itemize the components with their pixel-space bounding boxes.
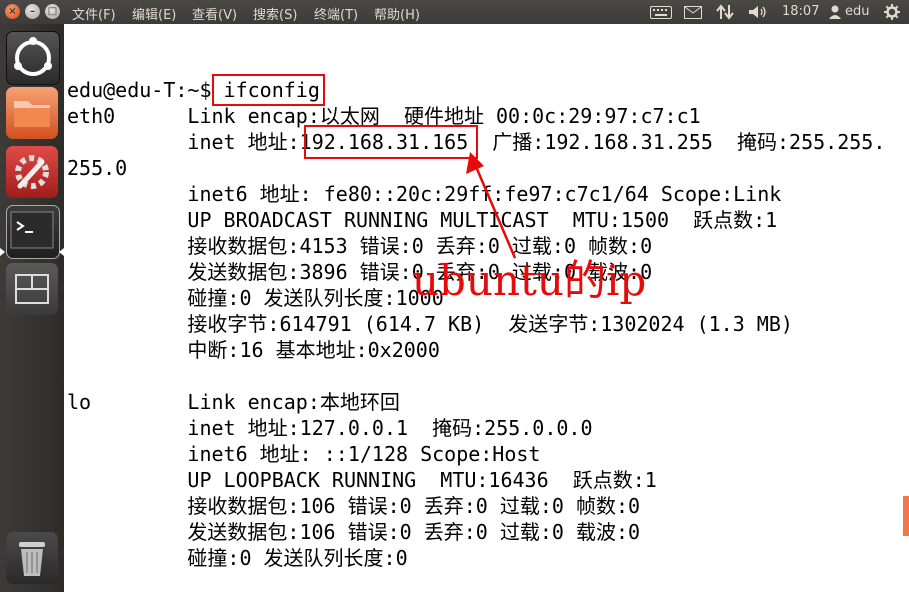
- system-settings-launcher-button[interactable]: [6, 146, 58, 198]
- menu-help[interactable]: 帮助(H): [374, 4, 420, 23]
- settings-tools-icon: [15, 155, 49, 189]
- annotation-label: ubuntu的ip: [412, 256, 647, 305]
- ubuntu-logo-icon: [14, 37, 52, 76]
- terminal-line: inet 地址:127.0.0.1 掩码:255.0.0.0: [67, 416, 593, 440]
- menu-file[interactable]: 文件(F): [72, 4, 116, 23]
- clock[interactable]: 18:07: [782, 4, 819, 19]
- launcher: [0, 24, 64, 592]
- terminal-line: 发送数据包:106 错误:0 丢弃:0 过载:0 载波:0: [67, 520, 641, 544]
- terminal-line: inet6 地址: fe80::20c:29ff:fe97:c7c1/64 Sc…: [67, 182, 782, 206]
- terminal-line: 接收字节:614791 (614.7 KB) 发送字节:1302024 (1.3…: [67, 312, 793, 336]
- menu-edit[interactable]: 编辑(E): [132, 4, 176, 23]
- minimize-window-button[interactable]: –: [25, 4, 40, 19]
- trash-icon: [19, 542, 45, 576]
- dash-home-button[interactable]: [6, 31, 60, 85]
- ip-address-highlight-box: [304, 125, 478, 159]
- user-name[interactable]: edu: [845, 4, 870, 19]
- terminal-launcher-button[interactable]: [6, 205, 60, 259]
- terminal-line: 中断:16 基本地址:0x2000: [67, 338, 440, 362]
- trash-launcher-button[interactable]: [6, 532, 58, 584]
- maximize-window-button[interactable]: □: [45, 4, 60, 19]
- user-icon: [829, 5, 841, 19]
- terminal-line: UP BROADCAST RUNNING MULTICAST MTU:1500 …: [67, 208, 778, 232]
- volume-icon[interactable]: [748, 5, 768, 19]
- annotation-arrow-icon: [466, 152, 517, 259]
- terminal-line: UP LOOPBACK RUNNING MTU:16436 跃点数:1: [67, 468, 657, 492]
- terminal-output[interactable]: edu@edu-T:~$ ifconfig eth0 Link encap:以太…: [64, 24, 909, 592]
- active-indicator-left: [0, 248, 5, 256]
- ifconfig-highlight-box: [212, 74, 325, 106]
- gear-icon[interactable]: [884, 4, 900, 20]
- top-panel: × – □ 文件(F) 编辑(E) 查看(V) 搜索(S) 终端(T) 帮助(H…: [0, 0, 909, 24]
- close-window-button[interactable]: ×: [5, 4, 20, 19]
- terminal-line: 碰撞:0 发送队列长度:0: [67, 546, 408, 570]
- scrollbar-thumb[interactable]: [903, 496, 909, 536]
- workspace-icon: [15, 274, 49, 304]
- network-icon[interactable]: [716, 4, 734, 20]
- menu-terminal[interactable]: 终端(T): [314, 4, 358, 23]
- mail-icon[interactable]: [684, 6, 702, 19]
- files-launcher-button[interactable]: [6, 87, 58, 139]
- terminal-icon: [10, 211, 54, 249]
- terminal-line: 接收数据包:106 错误:0 丢弃:0 过载:0 帧数:0: [67, 494, 641, 518]
- menu-search[interactable]: 搜索(S): [253, 4, 297, 23]
- menu-view[interactable]: 查看(V): [192, 4, 237, 23]
- terminal-line: 碰撞:0 发送队列长度:1000: [67, 286, 444, 310]
- folder-icon: [14, 101, 50, 127]
- terminal-line: 255.0: [67, 156, 128, 180]
- terminal-line: inet6 地址: ::1/128 Scope:Host: [67, 442, 541, 466]
- terminal-line: lo Link encap:本地环回: [67, 390, 400, 414]
- keyboard-icon[interactable]: [650, 6, 672, 19]
- workspace-switcher-button[interactable]: [6, 263, 58, 315]
